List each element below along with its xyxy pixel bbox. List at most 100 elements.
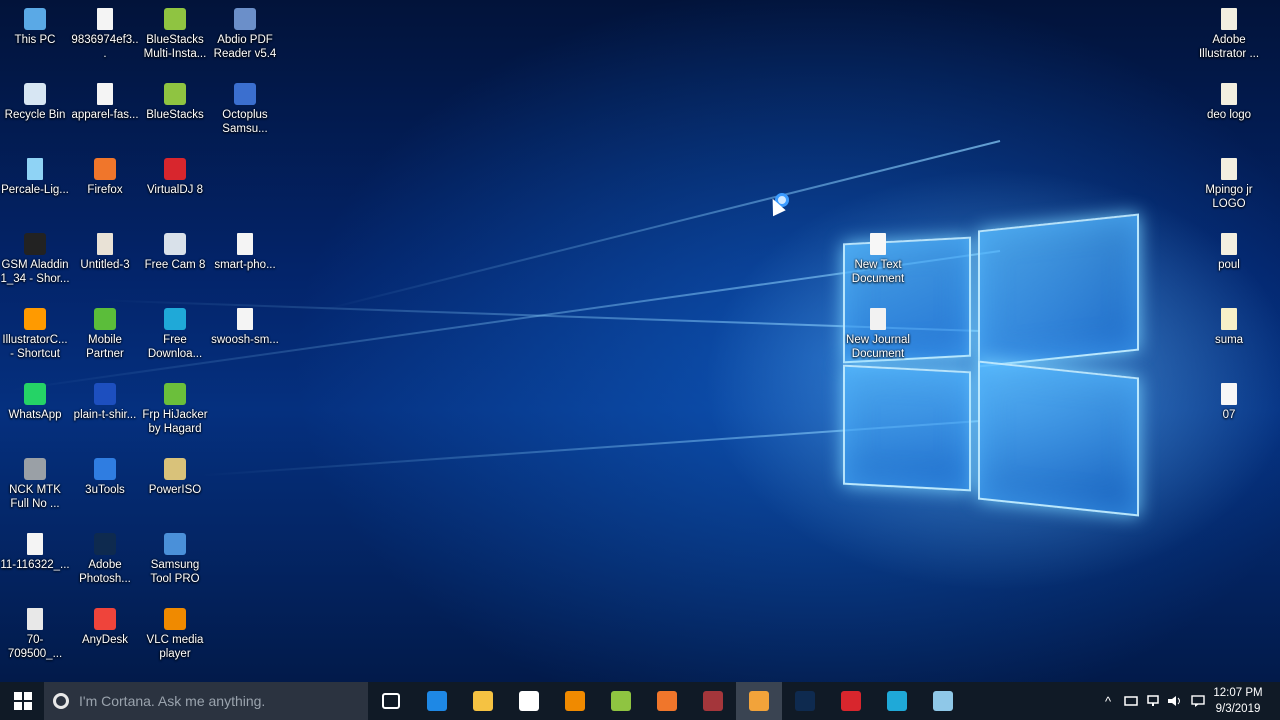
desktop-icon[interactable]: Adobe Photosh... xyxy=(70,533,140,586)
volume-tray-icon[interactable] xyxy=(1166,682,1184,720)
taskbar-app-button[interactable] xyxy=(920,682,966,720)
desktop-icon[interactable]: PowerISO xyxy=(140,458,210,497)
desktop-icon[interactable]: AnyDesk xyxy=(70,608,140,647)
action-center-button[interactable] xyxy=(1188,682,1208,720)
desktop-icon-label: 70-709500_... xyxy=(7,634,63,660)
3utools-icon xyxy=(94,458,116,480)
desktop-icon-label: WhatsApp xyxy=(8,409,62,421)
clock-time: 12:07 PM xyxy=(1213,687,1263,699)
desktop-icon[interactable]: New Text Document xyxy=(843,233,913,286)
file-icon xyxy=(1221,233,1237,255)
taskbar-app-button[interactable] xyxy=(598,682,644,720)
desktop-icon[interactable]: Recycle Bin xyxy=(0,83,70,122)
taskbar-app-button[interactable] xyxy=(690,682,736,720)
desktop-icon-label: New Journal Document xyxy=(846,334,910,360)
desktop-icon[interactable]: BlueStacks Multi-Insta... xyxy=(140,8,210,61)
network-icon xyxy=(1124,696,1138,706)
desktop-icon[interactable]: Abdio PDF Reader v5.4 xyxy=(210,8,280,61)
taskbar-app-button[interactable] xyxy=(506,682,552,720)
image-file-icon xyxy=(237,308,253,330)
desktop-icon[interactable]: VirtualDJ 8 xyxy=(140,158,210,197)
desktop-icon[interactable]: 3uTools xyxy=(70,458,140,497)
desktop-icon[interactable]: apparel-fas... xyxy=(70,83,140,122)
cortana-search-box[interactable]: I'm Cortana. Ask me anything. xyxy=(44,682,368,720)
desktop-icon[interactable]: Frp HiJacker by Hagard xyxy=(140,383,210,436)
bluestacks-icon xyxy=(164,8,186,30)
clock[interactable]: 12:07 PM 9/3/2019 xyxy=(1206,682,1270,720)
desktop-icon-label: GSM Aladdin 1_34 - Shor... xyxy=(0,259,70,285)
desktop-icon-label: New Text Document xyxy=(851,259,905,285)
firefox-icon xyxy=(657,691,677,711)
taskbar-app-button[interactable] xyxy=(414,682,460,720)
tshirt-icon xyxy=(94,383,116,405)
desktop-icon[interactable]: 11-116322_... xyxy=(0,533,70,572)
desktop-icon-label: Samsung Tool PRO xyxy=(150,559,200,585)
taskbar-app-button[interactable] xyxy=(874,682,920,720)
computer-icon xyxy=(24,8,46,30)
desktop-icon[interactable]: Mpingo jr LOGO xyxy=(1194,158,1264,211)
nck-icon xyxy=(24,458,46,480)
desktop-icon[interactable]: WhatsApp xyxy=(0,383,70,422)
desktop-icon[interactable]: swoosh-sm... xyxy=(210,308,280,347)
desktop-icon[interactable]: Percale-Lig... xyxy=(0,158,70,197)
network-tray-icon[interactable] xyxy=(1122,682,1140,720)
photoshop-icon xyxy=(94,533,116,555)
desktop-icon-label: Octoplus Samsu... xyxy=(222,109,268,135)
desktop-icon-label: Mobile Partner xyxy=(86,334,124,360)
windows-logo-pane xyxy=(978,213,1139,368)
desktop-icon[interactable]: Adobe Illustrator ... xyxy=(1194,8,1264,61)
desktop-icon[interactable]: VLC media player xyxy=(140,608,210,661)
desktop-icon[interactable]: suma xyxy=(1194,308,1264,347)
mobile-partner-icon xyxy=(94,308,116,330)
start-button[interactable] xyxy=(0,682,46,720)
taskbar-app-button[interactable] xyxy=(782,682,828,720)
illustrator-icon xyxy=(24,308,46,330)
desktop-icon[interactable]: NCK MTK Full No ... xyxy=(0,458,70,511)
desktop-icon-label: swoosh-sm... xyxy=(211,334,279,346)
windows-start-icon xyxy=(14,692,32,710)
desktop-icon[interactable]: poul xyxy=(1194,233,1264,272)
ethernet-icon xyxy=(1147,695,1159,706)
photoshop-icon xyxy=(795,691,815,711)
image-file-icon xyxy=(237,233,253,255)
file-icon xyxy=(1221,308,1237,330)
desktop-icon[interactable]: Samsung Tool PRO xyxy=(140,533,210,586)
desktop-icon[interactable]: 07 xyxy=(1194,383,1264,422)
taskbar-app-button[interactable] xyxy=(644,682,690,720)
desktop-icon[interactable]: 9836974ef3... xyxy=(70,8,140,61)
taskbar-app-button[interactable] xyxy=(460,682,506,720)
poweriso-icon xyxy=(164,458,186,480)
desktop-icon[interactable]: Free Cam 8 xyxy=(140,233,210,272)
desktop-icon-label: Untitled-3 xyxy=(80,259,130,271)
desktop-icon[interactable]: Octoplus Samsu... xyxy=(210,83,280,136)
image-file-icon xyxy=(97,83,113,105)
desktop-icon[interactable]: Mobile Partner xyxy=(70,308,140,361)
desktop-icon[interactable]: BlueStacks xyxy=(140,83,210,122)
windows-logo-pane xyxy=(978,360,1139,517)
taskbar-app-button[interactable] xyxy=(736,682,782,720)
ethernet-tray-icon[interactable] xyxy=(1144,682,1162,720)
taskbar-app-button[interactable] xyxy=(552,682,598,720)
desktop-icon[interactable]: This PC xyxy=(0,8,70,47)
desktop-icon[interactable]: Firefox xyxy=(70,158,140,197)
show-hidden-icons-button[interactable]: ^ xyxy=(1098,682,1118,720)
file-icon xyxy=(1221,8,1237,30)
file-icon xyxy=(1221,158,1237,180)
desktop-icon[interactable]: deo logo xyxy=(1194,83,1264,122)
desktop-icon[interactable]: 70-709500_... xyxy=(0,608,70,661)
store-icon xyxy=(519,691,539,711)
desktop-icon[interactable]: Untitled-3 xyxy=(70,233,140,272)
edge-icon xyxy=(427,691,447,711)
desktop-icon[interactable]: Free Downloa... xyxy=(140,308,210,361)
taskbar-app-button[interactable] xyxy=(828,682,874,720)
desktop-icon[interactable]: IllustratorC... - Shortcut xyxy=(0,308,70,361)
desktop-icon-label: plain-t-shir... xyxy=(73,409,137,421)
desktop-icon-label: Firefox xyxy=(87,184,123,196)
desktop-icon-label: PowerISO xyxy=(148,484,202,496)
desktop-icon[interactable]: GSM Aladdin 1_34 - Shor... xyxy=(0,233,70,286)
taskbar-app-button[interactable] xyxy=(368,682,414,720)
desktop-icon[interactable]: smart-pho... xyxy=(210,233,280,272)
image-file-icon xyxy=(27,608,43,630)
desktop-icon[interactable]: New Journal Document xyxy=(843,308,913,361)
desktop-icon[interactable]: plain-t-shir... xyxy=(70,383,140,422)
